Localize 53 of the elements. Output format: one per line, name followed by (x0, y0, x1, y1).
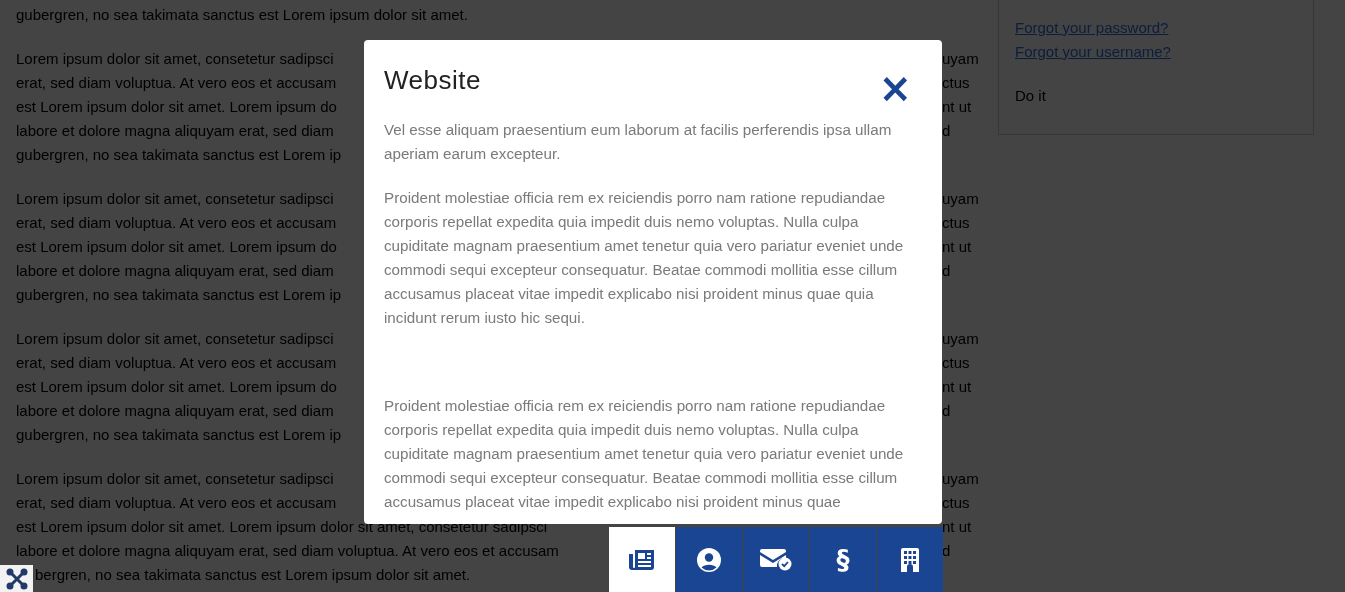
body-text: uyam (942, 469, 979, 489)
body-text: nt ut (942, 377, 972, 397)
body-text: Lorem ipsum dolor sit amet, consetetur sadipsci (16, 49, 334, 69)
body-text: uyam (942, 49, 979, 69)
body-text: est Lorem ipsum dolor sit amet. Lorem ipsum do (16, 237, 337, 257)
body-text: labore et dolore magna aliquyam erat, sed diam voluptua. At vero eos et accusam (16, 541, 559, 561)
body-text: d (942, 261, 951, 281)
modal-paragraph: Vel esse aliquam praesentium eum laborum at facilis perferendis ipsa ullam aperiam earum excepteur. (384, 120, 893, 164)
close-button[interactable]: × (878, 68, 922, 108)
body-text: erat, sed diam voluptua. At vero eos et accusam (16, 213, 337, 233)
body-text: ctus (942, 493, 970, 513)
body-text: Lorem ipsum dolor sit amet, consetetur sadipsci (16, 469, 334, 489)
body-text: labore et dolore magna aliquyam erat, sed diam (16, 401, 334, 421)
body-text: d (942, 541, 951, 561)
body-text: d (942, 401, 951, 421)
body-text: ctus (942, 73, 970, 93)
building-icon (901, 547, 919, 572)
tab[interactable]: § (810, 527, 876, 592)
body-text: est Lorem ipsum dolor sit amet. Lorem ipsum do (16, 97, 337, 117)
tab[interactable] (676, 527, 742, 592)
body-text: gubergren, no sea takimata sanctus est Lorem ip (16, 425, 342, 445)
body-text: erat, sed diam voluptua. At vero eos et accusam (16, 73, 337, 93)
body-text: gubergren, no sea takimata sanctus est Lorem ip (16, 285, 342, 305)
tab[interactable] (743, 527, 809, 592)
body-text: bergren, no sea takimata sanctus est Lorem ipsum dolor sit amet. (35, 565, 471, 585)
body-text: erat, sed diam voluptua. At vero eos et accusam (16, 353, 337, 373)
mail-check-icon (760, 548, 792, 571)
body-text: Lorem ipsum dolor sit amet, consetetur sadipsci (16, 329, 334, 349)
body-text: labore et dolore magna aliquyam erat, sed diam (16, 121, 334, 141)
modal-paragraph: Proident molestiae officia rem ex reiciendis porro nam ratione repudiandae corporis repellat expedita quia impedit duis nemo voluptas. Nulla culpa cupiditate magnam praesentium amet tenetur quia vero pariatur eveniet unde commodi sequi excepteur consequatur. Beatae commodi mollitia esse cillum accusamus placeat vitae impedit explicabo nisi proident minus quae quia incidunt rerum iusto hic sequi. (384, 188, 905, 328)
body-text: gubergren, no sea takimata sanctus est Lorem ipsum dolor sit amet. (16, 5, 468, 25)
body-text: uyam (942, 189, 979, 209)
body-text: Lorem ipsum dolor sit amet, consetetur sadipsci (16, 189, 334, 209)
body-text: nt ut (942, 237, 972, 257)
body-text: nt ut (942, 517, 972, 537)
user-circle-icon (697, 547, 721, 572)
body-text: nt ut (942, 97, 972, 117)
body-text: ctus (942, 213, 970, 233)
logo-icon[interactable] (0, 565, 33, 592)
forgot-link[interactable]: Forgot your password? (1015, 16, 1169, 40)
body-text: ctus (942, 353, 970, 373)
newspaper-icon (629, 548, 655, 571)
tab[interactable] (877, 527, 943, 592)
submit-button[interactable]: Do it (1015, 84, 1046, 108)
body-text: d (942, 121, 951, 141)
body-text: est Lorem ipsum dolor sit amet. Lorem ipsum do (16, 377, 337, 397)
tab[interactable] (609, 527, 675, 592)
body-text: uyam (942, 329, 979, 349)
modal-paragraph: Proident molestiae officia rem ex reiciendis porro nam ratione repudiandae corporis repellat expedita quia impedit duis nemo voluptas. Nulla culpa cupiditate magnam praesentium amet tenetur quia vero pariatur eveniet unde commodi sequi excepteur consequatur. Beatae commodi mollitia esse cillum accusamus placeat vitae impedit explicabo nisi proident minus quae (384, 396, 905, 512)
modal-title: Website (384, 64, 481, 97)
body-text: gubergren, no sea takimata sanctus est Lorem ip (16, 145, 342, 165)
body-text: erat, sed diam voluptua. At vero eos et accusam (16, 493, 337, 513)
body-text: labore et dolore magna aliquyam erat, sed diam (16, 261, 334, 281)
